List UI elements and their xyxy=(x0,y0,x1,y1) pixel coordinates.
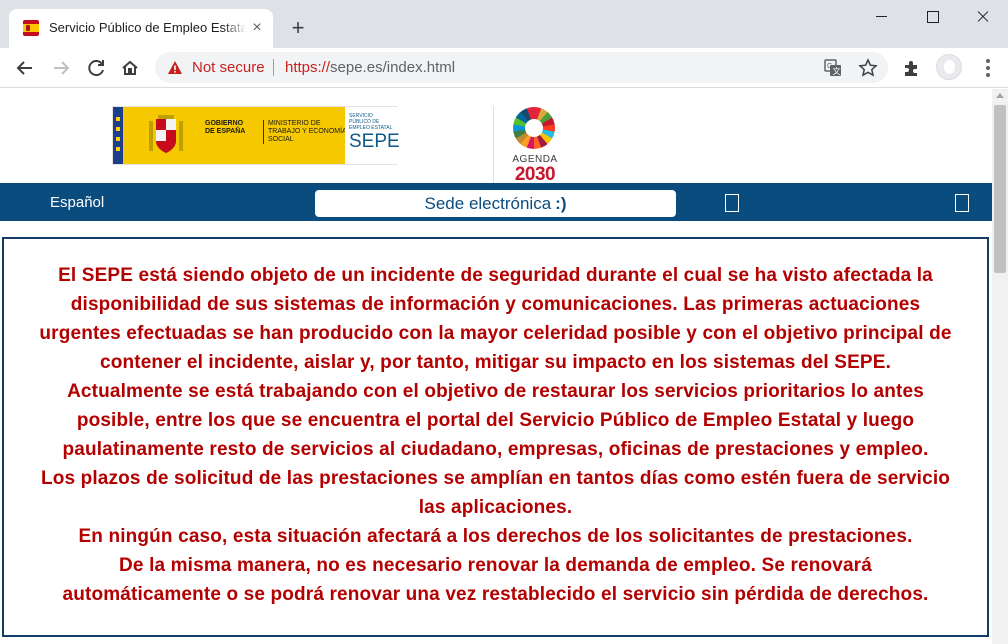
address-bar[interactable]: Not secure https://sepe.es/index.html 文G xyxy=(155,52,888,83)
back-icon xyxy=(16,61,32,75)
home-button[interactable] xyxy=(116,54,144,82)
not-secure-label[interactable]: Not secure xyxy=(192,59,265,76)
notice-line: urgentes efectuadas se han producido con… xyxy=(39,323,952,344)
notice-line: Los plazos de solicitud de las prestacio… xyxy=(40,468,951,489)
new-tab-button[interactable]: + xyxy=(284,15,312,43)
window-maximize-button[interactable] xyxy=(905,0,959,34)
reload-icon xyxy=(88,60,104,77)
tab-title: Servicio Público de Empleo Estatal xyxy=(49,20,245,35)
main-navbar: Español Sede electrónica:) xyxy=(0,183,992,221)
spain-flag-favicon-icon xyxy=(23,20,39,36)
government-text: GOBIERNO DE ESPAÑA xyxy=(205,120,246,135)
translate-icon[interactable]: 文G xyxy=(824,59,842,77)
agenda-2030-logo[interactable]: AGENDA 2030 xyxy=(509,107,565,185)
sede-smile: :) xyxy=(555,194,567,213)
sede-electronica-button[interactable]: Sede electrónica:) xyxy=(315,190,676,217)
notice-line: contener el incidente, aislar y, por tan… xyxy=(99,352,892,373)
reload-button[interactable] xyxy=(82,54,110,82)
browser-tab[interactable]: Servicio Público de Empleo Estatal × xyxy=(9,9,273,48)
page-scrollbar[interactable] xyxy=(992,89,1008,644)
placeholder-glyph-icon[interactable] xyxy=(955,194,969,212)
url-host-path: sepe.es/index.html xyxy=(330,59,456,76)
notice-text: El SEPE está siendo objeto de un inciden… xyxy=(18,261,973,609)
coat-of-arms-icon xyxy=(149,115,183,153)
window-minimize-button[interactable] xyxy=(855,0,909,34)
window-close-button[interactable] xyxy=(955,0,1008,34)
notice-line: las aplicaciones. xyxy=(418,497,573,518)
svg-text:G: G xyxy=(827,63,832,70)
sdg-wheel-icon xyxy=(513,107,555,149)
page-viewport: GOBIERNO DE ESPAÑA MINISTERIO DE TRABAJO… xyxy=(0,89,992,644)
eu-flag-strip xyxy=(113,107,123,164)
url-text[interactable]: https://sepe.es/index.html xyxy=(285,59,455,76)
notice-line: El SEPE está siendo objeto de un inciden… xyxy=(58,265,933,286)
avatar[interactable] xyxy=(936,54,962,80)
omnibox-divider xyxy=(273,59,274,76)
notice-line: En ningún caso, esta situación afectará … xyxy=(78,526,913,547)
browser-titlebar: Servicio Público de Empleo Estatal × + xyxy=(0,0,1008,48)
tab-close-icon[interactable]: × xyxy=(247,18,267,38)
browser-toolbar: Not secure https://sepe.es/index.html 文G xyxy=(0,48,1008,88)
notice-line: paulatinamente resto de servicios al ciu… xyxy=(62,439,929,460)
back-button[interactable] xyxy=(11,54,39,82)
sede-label: Sede electrónica xyxy=(424,194,552,213)
sepe-full-name: SERVICIO PÚBLICO DE EMPLEO ESTATAL xyxy=(349,113,393,131)
scroll-up-arrow-icon[interactable] xyxy=(996,93,1004,98)
notice-line: Actualmente se está trabajando con el ob… xyxy=(67,381,924,402)
notice-line: disponibilidad de sus sistemas de inform… xyxy=(70,294,921,315)
home-icon xyxy=(122,60,138,75)
forward-button[interactable] xyxy=(47,54,75,82)
sepe-logo: SERVICIO PÚBLICO DE EMPLEO ESTATAL SEPE xyxy=(345,107,400,164)
menu-icon[interactable] xyxy=(978,56,998,80)
government-logo-band: GOBIERNO DE ESPAÑA MINISTERIO DE TRABAJO… xyxy=(123,107,353,164)
forward-icon xyxy=(54,61,70,75)
notice-line: posible, entre los que se encuentra el p… xyxy=(76,410,915,431)
svg-text:文: 文 xyxy=(833,66,841,76)
government-sepe-logo[interactable]: GOBIERNO DE ESPAÑA MINISTERIO DE TRABAJO… xyxy=(112,106,400,165)
sepe-wordmark: SEPE xyxy=(349,131,400,152)
star-icon[interactable] xyxy=(858,58,878,78)
logo-divider xyxy=(493,106,494,184)
placeholder-glyph-icon[interactable] xyxy=(725,194,739,212)
notice-line: automáticamente o se podrá renovar una v… xyxy=(62,584,929,605)
url-scheme: https:// xyxy=(285,59,331,76)
warning-icon[interactable] xyxy=(167,60,183,76)
notice-line: De la misma manera, no es necesario reno… xyxy=(119,555,872,576)
language-selector[interactable]: Español xyxy=(50,194,104,211)
extensions-icon[interactable] xyxy=(902,58,922,78)
ministry-text: MINISTERIO DE TRABAJO Y ECONOMÍA SOCIAL xyxy=(263,120,347,144)
incident-notice: El SEPE está siendo objeto de un inciden… xyxy=(2,237,989,637)
scroll-thumb[interactable] xyxy=(994,105,1006,273)
tab-title-fade xyxy=(223,17,247,39)
